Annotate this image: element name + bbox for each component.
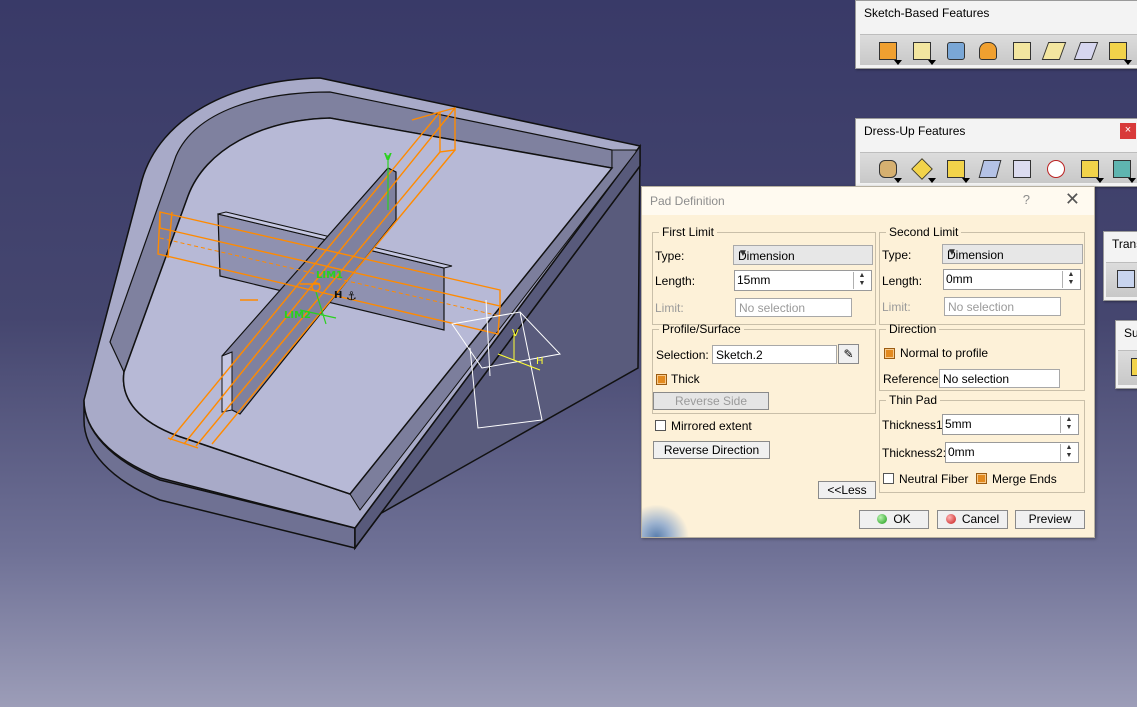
less-button[interactable]: <<Less: [818, 481, 876, 499]
dialog-title: Pad Definition: [650, 194, 725, 208]
second-length-label: Length:: [882, 274, 923, 288]
profile-surface-legend: Profile/Surface: [662, 322, 741, 336]
axis-h-label: H: [536, 356, 544, 367]
chevron-down-icon: ▼: [738, 248, 748, 259]
reference-label: Reference:: [883, 372, 942, 386]
h-constraint-label: H: [334, 290, 342, 301]
thickness2-spinner[interactable]: ▲▼: [945, 442, 1079, 463]
merge-ends-label: Merge Ends: [992, 472, 1057, 486]
second-length-input[interactable]: [946, 272, 1060, 286]
ok-label: OK: [893, 512, 911, 526]
second-type-label: Type:: [882, 248, 912, 262]
spinner-arrows-icon[interactable]: ▲ ▼: [853, 272, 870, 289]
axis-v-label: V: [512, 328, 519, 339]
thickness2-label: Thickness2:: [882, 446, 947, 460]
close-icon[interactable]: ✕: [1065, 189, 1080, 210]
first-length-label: Length:: [655, 274, 696, 288]
sketch-based-features-toolbar[interactable]: Sketch-Based Features: [855, 0, 1137, 69]
thickness2-input[interactable]: [948, 445, 1058, 459]
mirrored-extent-checkbox[interactable]: [655, 420, 666, 431]
first-type-label: Type:: [655, 249, 685, 263]
neutral-fiber-label: Neutral Fiber: [899, 472, 969, 486]
toolbar-title: Su: [1124, 326, 1137, 340]
thickness1-label: Thickness1: [882, 418, 943, 432]
second-limit-legend: Second Limit: [889, 225, 959, 239]
thin-pad-legend: Thin Pad: [889, 393, 938, 407]
merge-ends-checkbox[interactable]: [976, 473, 987, 484]
catia-logo: [642, 505, 690, 537]
normal-to-profile-label: Normal to profile: [900, 346, 989, 360]
toolbar-title: Trans: [1112, 237, 1137, 251]
chamfer-icon[interactable]: [910, 157, 936, 183]
close-icon[interactable]: ×: [1120, 123, 1136, 139]
first-type-dropdown[interactable]: Dimension ▼: [733, 245, 873, 265]
edge-fillet-icon[interactable]: [876, 157, 902, 183]
thread-icon[interactable]: [1044, 157, 1066, 179]
toolbar-title: Sketch-Based Features: [864, 6, 990, 20]
pocket-icon[interactable]: [910, 39, 936, 65]
svg-text:⚓: ⚓: [346, 289, 357, 303]
slot-icon[interactable]: [1073, 39, 1099, 61]
spinner-arrows-icon[interactable]: ▲ ▼: [1060, 444, 1077, 461]
svg-text:V: V: [384, 152, 392, 163]
cancel-label: Cancel: [961, 512, 1000, 526]
surface-toolbar[interactable]: Su: [1115, 320, 1137, 389]
direction-legend: Direction: [889, 322, 937, 336]
dialog-titlebar[interactable]: Pad Definition ? ✕: [642, 187, 1094, 215]
preview-button[interactable]: Preview: [1015, 510, 1085, 529]
multi-section-solid-icon[interactable]: [1106, 39, 1132, 65]
toolbar-title: Dress-Up Features: [864, 124, 966, 138]
pad-icon[interactable]: [876, 39, 902, 65]
cancel-icon: [945, 514, 956, 524]
selection-label: Selection:: [656, 348, 709, 362]
spinner-arrows-icon[interactable]: ▲ ▼: [1060, 416, 1077, 433]
spinner-arrows-icon[interactable]: ▲ ▼: [1062, 271, 1079, 288]
mirrored-extent-label: Mirrored extent: [671, 419, 752, 433]
groove-icon[interactable]: [976, 39, 998, 61]
first-limit-legend: First Limit: [662, 225, 714, 239]
remove-face-icon[interactable]: [1078, 157, 1104, 183]
pad-definition-dialog[interactable]: Pad Definition ? ✕ First Limit Type: Dim…: [641, 186, 1095, 538]
transformation-toolbar[interactable]: Trans: [1103, 231, 1137, 301]
normal-to-profile-checkbox[interactable]: [884, 348, 895, 359]
shell-icon[interactable]: [978, 157, 1002, 179]
thickness-icon[interactable]: [1010, 157, 1032, 179]
rib-icon[interactable]: [1041, 39, 1067, 61]
lim2-label: LIM2: [284, 310, 311, 321]
second-limit-field[interactable]: No selection: [944, 297, 1061, 316]
draft-icon[interactable]: [944, 157, 970, 183]
help-icon[interactable]: ?: [1023, 192, 1030, 207]
reference-field[interactable]: No selection: [939, 369, 1060, 388]
neutral-fiber-checkbox[interactable]: [883, 473, 894, 484]
shaft-icon[interactable]: [944, 39, 966, 61]
sketch-edit-icon: ✎: [843, 347, 854, 361]
surface-icon[interactable]: [1128, 355, 1137, 377]
reverse-direction-button[interactable]: Reverse Direction: [653, 441, 770, 459]
thick-label: Thick: [671, 372, 700, 386]
selection-field[interactable]: Sketch.2: [712, 345, 837, 364]
second-type-dropdown[interactable]: Dimension ▼: [942, 244, 1083, 264]
cancel-button[interactable]: Cancel: [937, 510, 1008, 529]
replace-face-icon[interactable]: [1110, 157, 1136, 183]
first-length-input[interactable]: [737, 273, 851, 287]
ok-button[interactable]: OK: [859, 510, 929, 529]
ok-icon: [877, 514, 888, 524]
second-limit-label: Limit:: [882, 300, 911, 314]
thick-checkbox[interactable]: [656, 374, 667, 385]
lim1-label: LIM1: [316, 270, 343, 281]
hole-icon[interactable]: [1010, 39, 1032, 61]
first-limit-field[interactable]: No selection: [735, 298, 852, 317]
chevron-down-icon: ▼: [947, 247, 957, 258]
second-length-spinner[interactable]: ▲▼: [943, 269, 1081, 290]
dress-up-features-toolbar[interactable]: Dress-Up Features ×: [855, 118, 1137, 187]
sketcher-button[interactable]: ✎: [838, 344, 859, 364]
translation-icon[interactable]: [1114, 267, 1136, 289]
thickness1-input[interactable]: [945, 417, 1058, 431]
first-length-spinner[interactable]: ▲▼: [734, 270, 872, 291]
thickness1-spinner[interactable]: ▲▼: [942, 414, 1079, 435]
reverse-side-button[interactable]: Reverse Side: [653, 392, 769, 410]
first-limit-label: Limit:: [655, 301, 684, 315]
